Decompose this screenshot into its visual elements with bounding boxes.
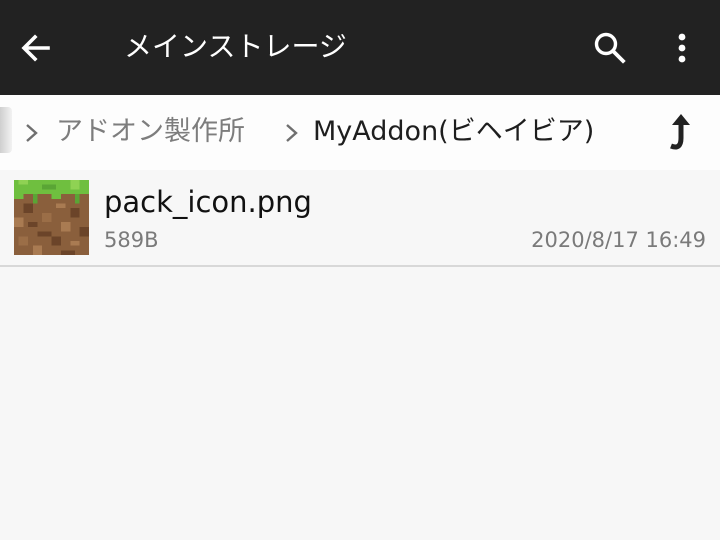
breadcrumb-scroll-edge xyxy=(0,107,12,153)
search-icon[interactable] xyxy=(590,28,630,68)
more-vert-icon[interactable] xyxy=(662,28,702,68)
folder-up-icon[interactable] xyxy=(657,110,703,156)
file-name: pack_icon.png xyxy=(104,185,312,219)
file-list-item[interactable]: pack_icon.png 589B 2020/8/17 16:49 xyxy=(0,170,720,267)
breadcrumb-item-addon-workshop[interactable]: アドオン製作所 xyxy=(56,112,245,152)
app-bar: メインストレージ xyxy=(0,0,720,95)
breadcrumb-item-current-folder[interactable]: MyAddon(ビヘイビア) xyxy=(313,112,594,152)
app-title: メインストレージ xyxy=(124,30,347,63)
chevron-right-icon xyxy=(286,124,298,142)
grass-block-image xyxy=(14,180,89,255)
file-size: 589B xyxy=(104,228,159,252)
arrow-back-icon[interactable] xyxy=(16,28,56,68)
chevron-right-icon xyxy=(26,124,38,142)
file-modified-date: 2020/8/17 16:49 xyxy=(531,228,706,252)
breadcrumb: アドオン製作所 MyAddon(ビヘイビア) xyxy=(0,95,720,171)
